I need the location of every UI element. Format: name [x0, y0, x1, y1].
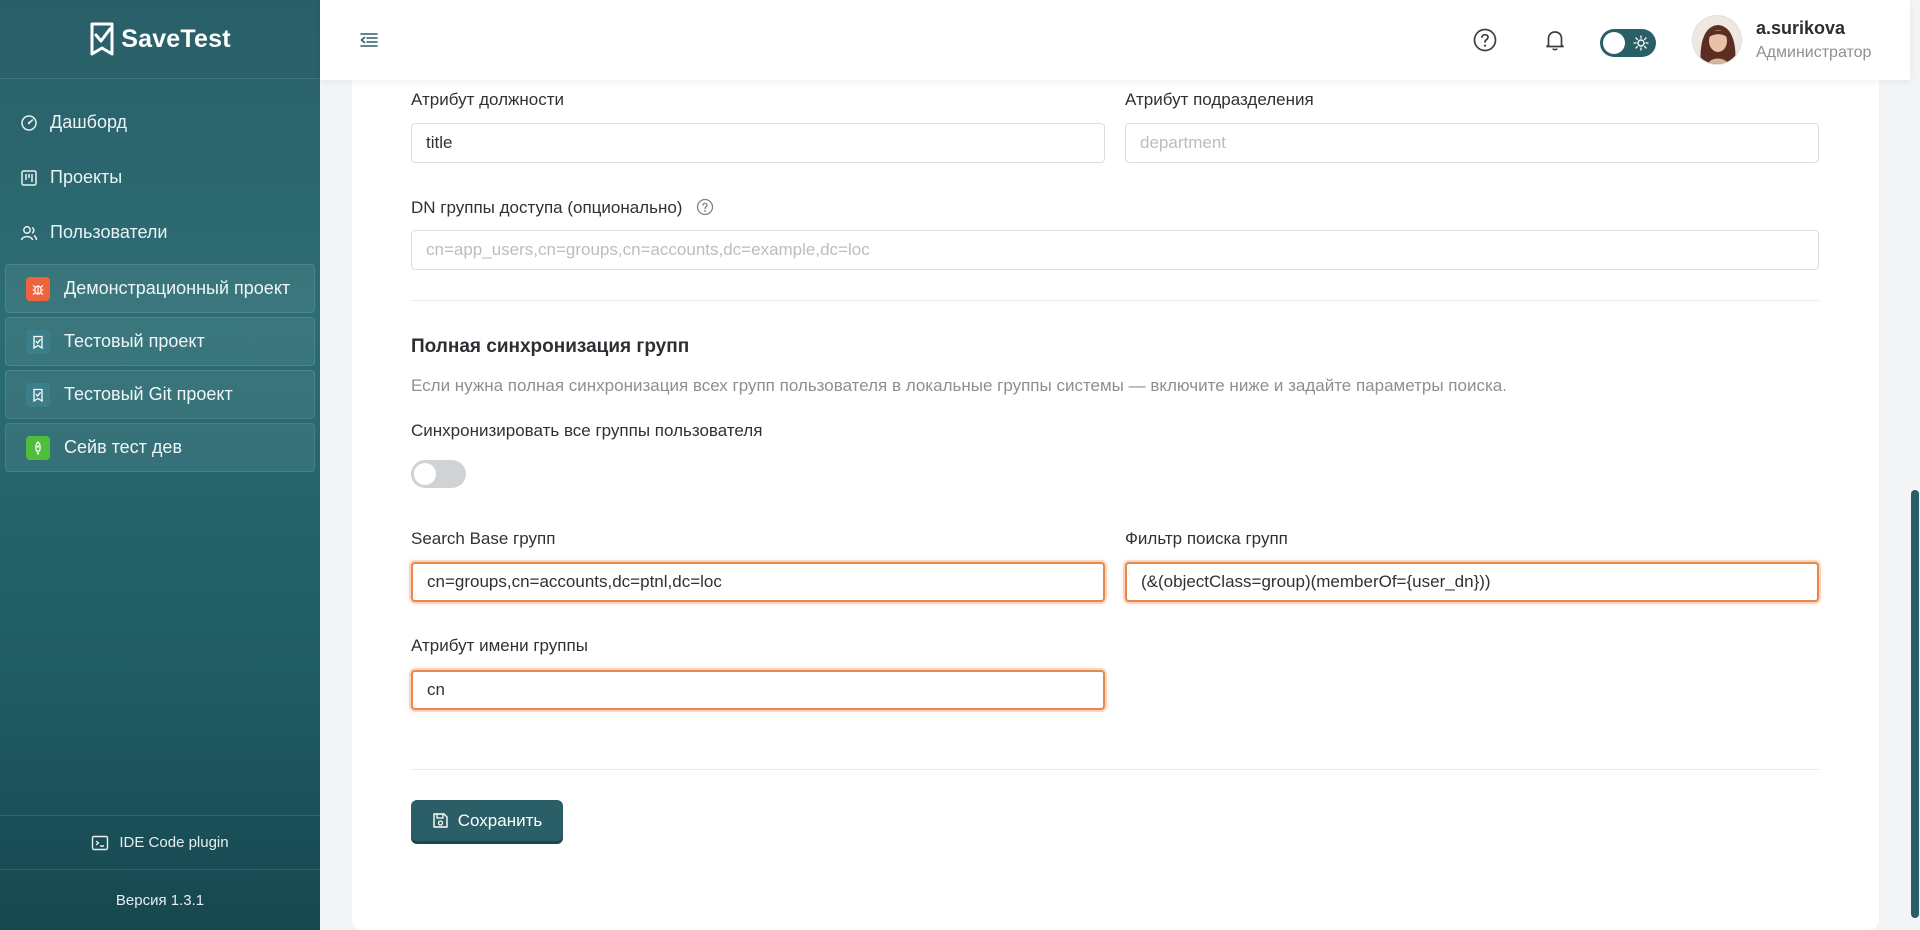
sidebar-item-projects[interactable]: Проекты: [0, 150, 320, 205]
bug-icon: [26, 276, 50, 301]
savetest-logo-icon: [90, 22, 114, 56]
footer-divider: [411, 769, 1819, 770]
position-attr-label: Атрибут должности: [411, 90, 564, 109]
savetest-icon: [26, 382, 50, 407]
savetest-icon: [26, 329, 50, 354]
search-base-label: Search Base групп: [411, 529, 556, 548]
app-version: Версия 1.3.1: [115, 891, 205, 909]
search-filter-input[interactable]: [1125, 562, 1819, 602]
section-divider: [411, 300, 1819, 301]
bell-icon[interactable]: [1542, 27, 1568, 53]
page-scrollbar-thumb[interactable]: [1911, 490, 1919, 918]
sidebar-item-label: Дашборд: [50, 112, 128, 132]
theme-toggle-knob: [1603, 32, 1625, 54]
sidebar: SaveTest Дашборд Проекты Пользователи Де…: [0, 0, 320, 930]
help-icon[interactable]: [1472, 27, 1498, 53]
project-label: Демонстрационный проект: [64, 278, 291, 298]
group-sync-title: Полная синхронизация групп: [411, 336, 690, 357]
sync-all-groups-label: Синхронизировать все группы пользователя: [411, 421, 763, 440]
project-item-test[interactable]: Тестовый проект: [5, 317, 315, 366]
project-item-save-test-dev[interactable]: Сейв тест дев: [5, 423, 315, 472]
project-label: Тестовый Git проект: [64, 384, 233, 404]
group-name-attr-label: Атрибут имени группы: [411, 636, 588, 655]
project-label: Тестовый проект: [64, 331, 205, 351]
plugin-label: IDE Code plugin: [119, 834, 229, 851]
group-sync-description: Если нужна полная синхронизация всех гру…: [411, 376, 1507, 395]
department-attr-input[interactable]: [1125, 123, 1819, 163]
user-role: Администратор: [1756, 44, 1872, 61]
sidebar-nav: Дашборд Проекты Пользователи Демонстраци…: [0, 79, 320, 472]
sidebar-footer: IDE Code plugin Версия 1.3.1: [0, 815, 320, 930]
department-attr-label: Атрибут подразделения: [1125, 90, 1314, 109]
save-label: Сохранить: [457, 810, 543, 830]
sidebar-item-label: Пользователи: [50, 222, 168, 242]
settings-card: [352, 60, 1879, 930]
position-attr-input[interactable]: [411, 123, 1105, 163]
ide-plugin-link[interactable]: IDE Code plugin: [0, 815, 320, 870]
toggle-knob: [414, 463, 436, 485]
group-name-attr-input[interactable]: [411, 670, 1105, 710]
sidebar-item-label: Проекты: [50, 167, 123, 187]
save-button[interactable]: Сохранить: [411, 800, 563, 841]
avatar[interactable]: [1692, 15, 1742, 65]
sync-all-groups-toggle[interactable]: [411, 460, 466, 488]
collapse-menu-icon[interactable]: [360, 32, 378, 48]
sun-icon: [1633, 35, 1649, 51]
access-group-dn-input[interactable]: [411, 230, 1819, 270]
search-base-input[interactable]: [411, 562, 1105, 602]
user-name[interactable]: a.surikova: [1756, 18, 1845, 39]
theme-toggle[interactable]: [1600, 29, 1656, 57]
question-icon[interactable]: [696, 198, 714, 216]
save-icon: [433, 813, 448, 828]
rocket-icon: [26, 435, 50, 460]
users-icon: [20, 225, 38, 240]
user-photo: [1693, 16, 1741, 64]
project-item-demo[interactable]: Демонстрационный проект: [5, 264, 315, 313]
search-filter-label: Фильтр поиска групп: [1125, 529, 1288, 548]
sidebar-item-users[interactable]: Пользователи: [0, 205, 320, 260]
terminal-icon: [92, 835, 109, 850]
access-group-dn-label: DN группы доступа (опционально): [411, 198, 683, 217]
app-name: SaveTest: [121, 24, 231, 53]
project-item-test-git[interactable]: Тестовый Git проект: [5, 370, 315, 419]
sidebar-item-dashboard[interactable]: Дашборд: [0, 95, 320, 150]
dashboard-icon: [21, 114, 37, 131]
app-logo[interactable]: SaveTest: [0, 0, 320, 79]
projects-icon: [21, 169, 37, 186]
top-header: a.surikova Администратор: [320, 0, 1910, 80]
project-label: Сейв тест дев: [64, 437, 183, 457]
